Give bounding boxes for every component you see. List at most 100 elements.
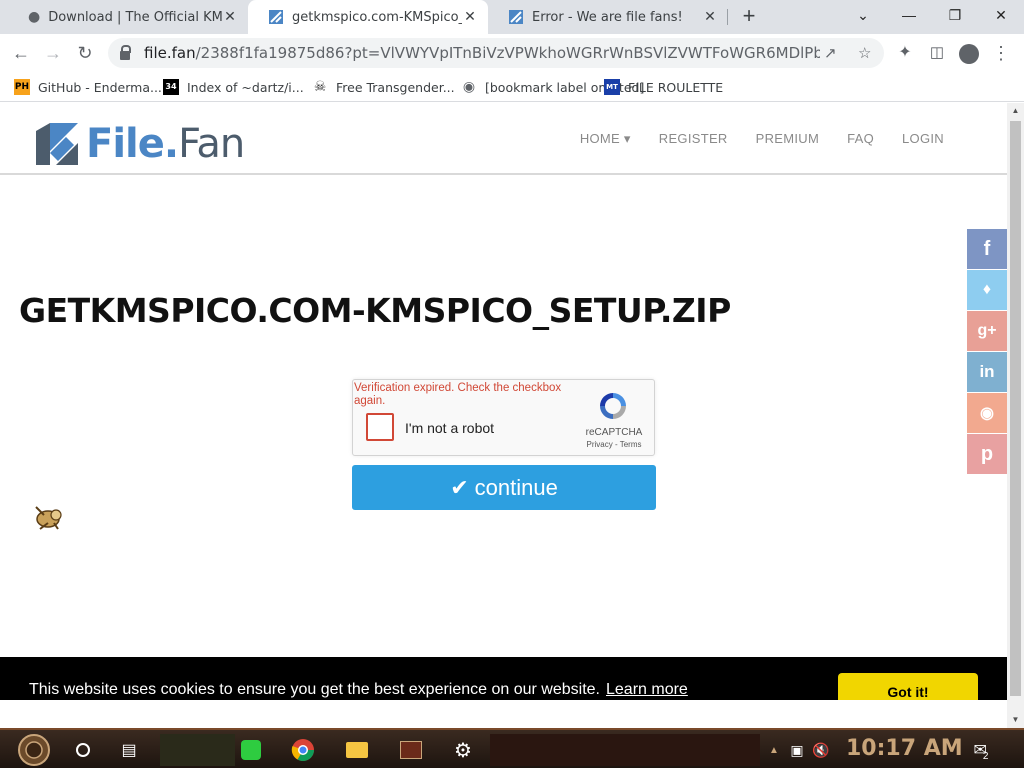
mt-icon: MT — [604, 79, 620, 95]
ph-icon: PH — [14, 79, 30, 95]
chevron-up-icon[interactable]: ▲ — [766, 734, 782, 766]
site-logo[interactable]: File.Fan — [36, 121, 245, 167]
recaptcha-widget: Verification expired. Check the checkbox… — [352, 379, 655, 456]
task-view-button[interactable]: ▤ — [114, 734, 144, 766]
pinterest-share-button[interactable]: p — [967, 434, 1007, 474]
gear-icon: ⚙ — [454, 739, 472, 762]
scroll-up-icon[interactable]: ▲ — [1007, 103, 1024, 119]
app-icon — [400, 741, 422, 759]
got-it-button[interactable]: Got it! — [838, 673, 978, 700]
close-icon[interactable]: ✕ — [222, 9, 238, 25]
nav-login[interactable]: LOGIN — [902, 131, 944, 147]
taskbar-app-explorer[interactable] — [342, 734, 372, 766]
reload-button[interactable]: ↻ — [70, 38, 100, 68]
learn-more-link[interactable]: Learn more — [606, 681, 688, 698]
reddit-share-button[interactable]: ◉ — [967, 393, 1007, 433]
notification-count: 2 — [982, 750, 989, 762]
window-close-button[interactable]: ✕ — [978, 0, 1024, 30]
nav-premium[interactable]: PREMIUM — [756, 131, 820, 147]
continue-button[interactable]: ✔ continue — [352, 465, 656, 510]
desktop-pet-icon[interactable] — [30, 499, 66, 535]
bookmark-index[interactable]: 34 Index of ~dartz/i... — [163, 77, 304, 97]
taskbar: ▤ ⚙ ▲ ▣ 🔇 10:17 AM ✉ 2 — [0, 728, 1024, 768]
linkedin-share-button[interactable]: in — [967, 352, 1007, 392]
bookmark-github[interactable]: PH GitHub - Enderma... — [14, 77, 162, 97]
nav-home[interactable]: HOME ▾ — [580, 131, 631, 147]
bookmark-file-roulette[interactable]: MT FILE ROULETTE — [604, 77, 723, 97]
tab-3[interactable]: Error - We are file fans! ✕ — [488, 0, 728, 34]
site-header: File.Fan HOME ▾ REGISTER PREMIUM FAQ LOG… — [0, 103, 1007, 175]
start-button[interactable] — [6, 734, 62, 766]
search-button[interactable] — [68, 734, 98, 766]
notification-button[interactable]: ✉ 2 — [966, 734, 996, 766]
extensions-icon[interactable]: ✦ — [890, 38, 920, 68]
close-icon[interactable]: ✕ — [702, 9, 718, 25]
forward-button[interactable]: → — [38, 38, 68, 68]
tab-1[interactable]: ● Download | The Official KMSpico ✕ — [8, 0, 248, 34]
nav-faq[interactable]: FAQ — [847, 131, 874, 147]
bookmarks-bar: PH GitHub - Enderma... 34 Index of ~dart… — [0, 72, 1024, 102]
restore-button[interactable]: ❐ — [932, 0, 978, 30]
googleplus-share-button[interactable]: g+ — [967, 311, 1007, 351]
facebook-share-button[interactable]: f — [967, 229, 1007, 269]
tab-title: Error - We are file fans! — [532, 9, 683, 25]
cookie-text: This website uses cookies to ensure you … — [29, 681, 688, 698]
taskbar-app-chrome[interactable] — [288, 734, 318, 766]
bookmark-label: FILE ROULETTE — [628, 79, 724, 95]
scroll-thumb[interactable] — [1010, 121, 1021, 696]
share-icon[interactable]: ↗ — [824, 44, 837, 62]
taskbar-slot — [160, 734, 235, 766]
profile-avatar-icon[interactable] — [954, 38, 984, 68]
taskbar-slot — [490, 734, 760, 766]
page-scrollbar[interactable]: ▲ ▼ — [1007, 103, 1024, 728]
captcha-label: I'm not a robot — [405, 420, 495, 436]
linkedin-icon: in — [979, 362, 995, 381]
start-orb-icon — [18, 734, 50, 766]
volume-muted-icon[interactable]: 🔇 — [810, 734, 832, 766]
logo-text: File.Fan — [86, 121, 245, 167]
network-icon[interactable]: ▣ — [786, 734, 808, 766]
globe-icon: ◉ — [462, 79, 476, 95]
googleplus-icon: g+ — [977, 322, 997, 339]
twitter-share-button[interactable]: ♦ — [967, 270, 1007, 310]
notes-icon — [241, 740, 261, 760]
cortana-circle-icon — [76, 743, 90, 757]
r34-icon: 34 — [163, 79, 179, 95]
taskbar-app-notes[interactable] — [236, 734, 266, 766]
chevron-down-icon[interactable]: ⌄ — [840, 0, 886, 30]
recaptcha-links[interactable]: Privacy - Terms — [579, 440, 649, 449]
address-bar[interactable]: file.fan/2388f1fa19875d86?pt=VlVWYVpITnB… — [108, 38, 884, 68]
new-tab-button[interactable]: + — [736, 4, 762, 30]
captcha-error: Verification expired. Check the checkbox… — [354, 382, 562, 407]
tab-title: getkmspico.com-KMSpico_setup.zip — [292, 9, 462, 25]
side-panel-icon[interactable]: ◫ — [922, 38, 952, 68]
scroll-down-icon[interactable]: ▼ — [1007, 712, 1024, 728]
minimize-button[interactable]: — — [886, 0, 932, 30]
nav-register[interactable]: REGISTER — [659, 131, 728, 147]
reddit-icon: ◉ — [980, 405, 994, 422]
taskbar-app-settings[interactable]: ⚙ — [448, 734, 478, 766]
menu-icon[interactable]: ⋮ — [986, 38, 1016, 68]
tab-separator — [727, 9, 728, 25]
close-icon[interactable]: ✕ — [462, 9, 478, 25]
browser-toolbar: ← → ↻ file.fan/2388f1fa19875d86?pt=VlVWY… — [0, 34, 1024, 72]
recaptcha-brand: reCAPTCHA — [585, 427, 643, 438]
lock-icon[interactable] — [120, 44, 131, 60]
tab-2[interactable]: getkmspico.com-KMSpico_setup.zip ✕ — [248, 0, 488, 34]
bookmark-free[interactable]: ☠ Free Transgender... — [312, 77, 455, 97]
captcha-checkbox[interactable] — [366, 413, 394, 441]
chrome-icon — [291, 739, 314, 761]
taskbar-app-hwinfo[interactable] — [396, 734, 426, 766]
back-button[interactable]: ← — [6, 38, 36, 68]
site-nav: HOME ▾ REGISTER PREMIUM FAQ LOGIN — [580, 131, 944, 147]
url-text[interactable]: file.fan/2388f1fa19875d86?pt=VlVWYVpITnB… — [144, 44, 820, 62]
folder-icon — [346, 742, 368, 758]
star-icon[interactable]: ☆ — [858, 44, 871, 62]
file-title: GETKMSPICO.COM-KMSPICO_SETUP.ZIP — [19, 291, 731, 330]
skull-icon: ☠ — [313, 79, 327, 95]
facebook-icon: f — [983, 237, 991, 260]
bookmark-label: Index of ~dartz/i... — [187, 79, 304, 95]
taskbar-clock[interactable]: 10:17 AM — [846, 736, 963, 761]
tab-strip: ● Download | The Official KMSpico ✕ getk… — [0, 0, 1024, 34]
twitter-icon: ♦ — [982, 281, 992, 298]
